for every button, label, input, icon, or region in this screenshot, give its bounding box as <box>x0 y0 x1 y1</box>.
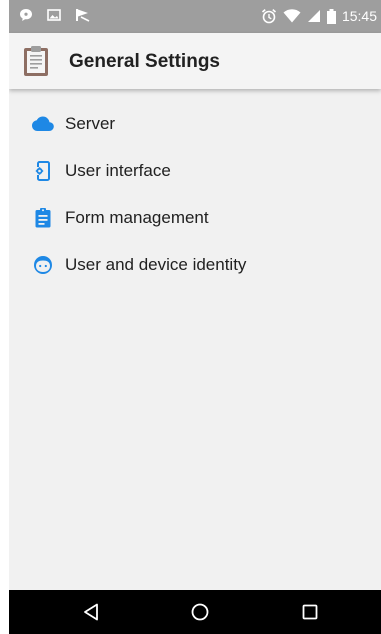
settings-item-label: Form management <box>65 207 209 227</box>
recents-icon <box>302 604 318 620</box>
face-icon <box>32 254 54 276</box>
battery-icon <box>326 8 336 24</box>
clipboard-icon <box>24 46 48 76</box>
phone-settings-icon <box>32 160 54 182</box>
navigation-bar <box>9 590 381 634</box>
app-bar: General Settings <box>9 33 381 89</box>
status-right-icons: 15:45 <box>261 7 377 25</box>
settings-item-user-interface[interactable]: User interface <box>9 147 381 194</box>
settings-item-user-device-identity[interactable]: User and device identity <box>9 241 381 288</box>
settings-item-label: User and device identity <box>65 254 247 274</box>
chat-bubble-icon <box>20 9 32 21</box>
home-icon <box>191 603 209 621</box>
settings-list: Server User interface Form management Us… <box>9 100 381 288</box>
back-icon <box>84 603 98 621</box>
flag-icon <box>76 9 90 22</box>
image-icon <box>47 9 61 21</box>
alarm-icon <box>261 9 276 24</box>
wifi-icon <box>283 9 301 23</box>
settings-item-label: User interface <box>65 160 171 180</box>
status-bar: 15:45 <box>9 0 381 33</box>
cell-signal-icon <box>307 10 320 22</box>
cloud-icon <box>32 113 54 135</box>
back-button[interactable] <box>79 600 103 624</box>
settings-item-label: Server <box>65 113 116 133</box>
settings-item-form-management[interactable]: Form management <box>9 194 381 241</box>
home-button[interactable] <box>188 600 212 624</box>
status-time: 15:45 <box>341 8 377 24</box>
device-screen: 15:45 General Settings Server User inter… <box>9 0 381 634</box>
status-left-icons <box>19 8 91 22</box>
page-title: General Settings <box>69 51 220 72</box>
recents-button[interactable] <box>298 600 322 624</box>
settings-item-server[interactable]: Server <box>9 100 381 147</box>
assignment-icon <box>32 207 54 229</box>
